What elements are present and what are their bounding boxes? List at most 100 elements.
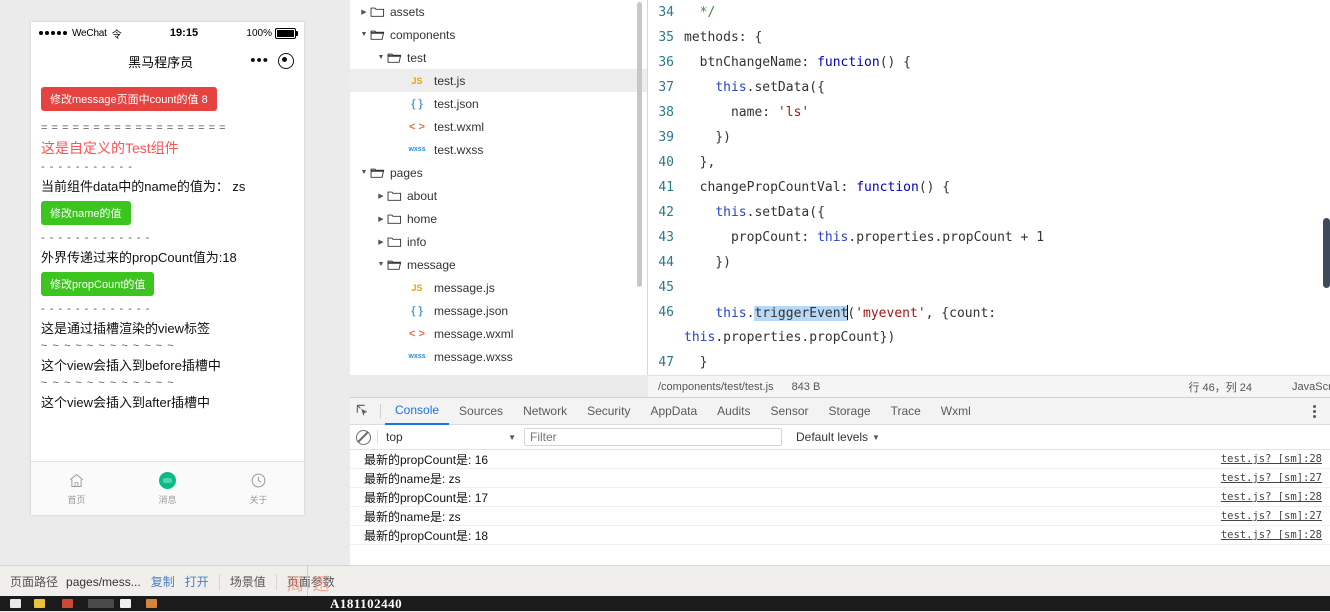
devtools-tab-wxml[interactable]: Wxml <box>931 399 981 424</box>
editor-language[interactable]: JavaScript <box>1292 381 1330 393</box>
chevron-down-icon[interactable] <box>375 261 387 268</box>
console-context-value: top <box>386 430 403 444</box>
devtools-tab-storage[interactable]: Storage <box>819 399 881 424</box>
console-log-source-link[interactable]: test.js? [sm]:28 <box>1221 491 1322 503</box>
editor-line[interactable]: 43 propCount: this.properties.propCount … <box>648 225 1330 250</box>
file-tree-row-message-js[interactable]: JS message.js <box>350 276 648 299</box>
tabbar-item-about[interactable]: 关于 <box>213 462 304 515</box>
inspect-element-icon[interactable] <box>350 404 376 418</box>
chevron-down-icon[interactable] <box>375 54 387 61</box>
chevron-right-icon[interactable] <box>375 215 387 223</box>
nav-capsule[interactable]: ••• <box>250 53 294 69</box>
page-params-segment[interactable]: 页面参数 <box>277 566 345 597</box>
line-number: 46 <box>658 305 674 320</box>
devtools-tab-sources[interactable]: Sources <box>449 399 513 424</box>
change-name-button[interactable]: 修改name的值 <box>41 201 131 225</box>
devtools-tab-sensor[interactable]: Sensor <box>761 399 819 424</box>
console-log-source-link[interactable]: test.js? [sm]:28 <box>1221 453 1322 465</box>
editor-line[interactable]: 45 <box>648 275 1330 300</box>
chevron-right-icon[interactable] <box>358 8 370 16</box>
editor-line[interactable]: 34 */ <box>648 0 1330 25</box>
file-tree-row-test-wxss[interactable]: wxss test.wxss <box>350 138 648 161</box>
file-tree-panel[interactable]: assets components test JS test.js { } test.jso… <box>350 0 648 375</box>
editor-line[interactable]: 37 this.setData({ <box>648 75 1330 100</box>
file-tree-row-test[interactable]: test <box>350 46 648 69</box>
file-tree-row-test-wxml[interactable]: < > test.wxml <box>350 115 648 138</box>
devtools-tab-bar: Console Sources Network Security AppData Audi… <box>350 398 1330 425</box>
clear-console-icon[interactable] <box>356 429 371 445</box>
console-log-source-link[interactable]: test.js? [sm]:27 <box>1221 472 1322 484</box>
file-tree-scrollbar[interactable] <box>637 2 642 287</box>
carrier-signal: WeChat 令 <box>39 26 122 41</box>
os-taskbar[interactable] <box>0 596 1330 611</box>
devtools-tab-appdata[interactable]: AppData <box>640 399 707 424</box>
editor-line[interactable]: 41 changePropCountVal: function() { <box>648 175 1330 200</box>
devtools-tab-audits[interactable]: Audits <box>707 399 760 424</box>
file-tree-row-test-js[interactable]: JS test.js <box>350 69 648 92</box>
editor-line[interactable]: 42 this.setData({ <box>648 200 1330 225</box>
chevron-right-icon[interactable] <box>375 192 387 200</box>
file-tree-row-message-wxml[interactable]: < > message.wxml <box>350 322 648 345</box>
code-editor[interactable]: 34 */ 35 methods: {36 btnChangeName: funct… <box>648 0 1330 375</box>
editor-line[interactable]: 36 btnChangeName: function() { <box>648 50 1330 75</box>
editor-line[interactable]: 39 }) <box>648 125 1330 150</box>
console-context-select[interactable]: top ▼ <box>377 430 516 444</box>
taskbar-icon[interactable] <box>88 599 114 608</box>
file-tree-row-pages[interactable]: pages <box>350 161 648 184</box>
open-button[interactable]: 打开 <box>185 573 209 590</box>
file-tree-row-message-json[interactable]: { } message.json <box>350 299 648 322</box>
editor-line[interactable]: 44 }) <box>648 250 1330 275</box>
file-tree-label: about <box>407 188 438 203</box>
scene-value-segment[interactable]: 场景值 <box>220 566 276 597</box>
editor-line[interactable]: 46 this.triggerEvent('myevent', {count: <box>648 300 1330 325</box>
tabbar-item-home[interactable]: 首页 <box>31 462 122 515</box>
file-tree-row-test[interactable]: test <box>350 368 648 376</box>
editor-vertical-scrollbar[interactable] <box>1323 218 1330 288</box>
editor-line[interactable]: 35 methods: { <box>648 25 1330 50</box>
file-tree-row-message[interactable]: message <box>350 253 648 276</box>
file-tree-row-home[interactable]: home <box>350 207 648 230</box>
editor-line[interactable]: 40 }, <box>648 150 1330 175</box>
editor-line-code: }, <box>684 155 716 170</box>
chevron-down-icon[interactable] <box>358 169 370 176</box>
taskbar-icon[interactable] <box>34 599 45 608</box>
console-log-row: 最新的name是: zs test.js? [sm]:27 <box>350 507 1330 526</box>
change-propcount-button[interactable]: 修改propCount的值 <box>41 272 155 296</box>
target-icon[interactable] <box>278 53 294 69</box>
editor-line[interactable]: 47 } <box>648 350 1330 375</box>
console-log-source-link[interactable]: test.js? [sm]:27 <box>1221 510 1322 522</box>
change-message-count-button[interactable]: 修改message页面中count的值 8 <box>41 87 217 111</box>
taskbar-icon[interactable] <box>146 599 157 608</box>
editor-line-code: } <box>684 355 708 370</box>
devtools-tab-security[interactable]: Security <box>577 399 640 424</box>
file-tree-row-assets[interactable]: assets <box>350 0 648 23</box>
phone-page-content: 修改message页面中count的值 8 = = = = = = = = = … <box>31 78 304 462</box>
file-tree-row-info[interactable]: info <box>350 230 648 253</box>
file-tree-row-components[interactable]: components <box>350 23 648 46</box>
console-levels-select[interactable]: Default levels ▼ <box>796 430 880 444</box>
page-path-value: pages/mess... <box>66 574 141 589</box>
editor-line-wrapped[interactable]: this.properties.propCount}) <box>648 325 1330 350</box>
console-log-source-link[interactable]: test.js? [sm]:28 <box>1221 529 1322 541</box>
tabbar-item-message[interactable]: 消息 <box>122 462 213 515</box>
file-tree-row-message-wxss[interactable]: wxss message.wxss <box>350 345 648 368</box>
devtools-tab-console[interactable]: Console <box>385 398 450 425</box>
taskbar-icon[interactable] <box>120 599 131 608</box>
more-icon[interactable]: ••• <box>250 53 269 68</box>
chevron-down-icon[interactable] <box>358 31 370 38</box>
taskbar-icon[interactable] <box>62 599 73 608</box>
console-filter-input[interactable] <box>524 428 782 446</box>
editor-line-code: }) <box>684 255 731 270</box>
file-tree-row-about[interactable]: about <box>350 184 648 207</box>
kebab-menu-icon[interactable] <box>1304 404 1324 418</box>
copy-button[interactable]: 复制 <box>151 573 175 590</box>
devtools-tab-network[interactable]: Network <box>513 399 577 424</box>
folder-closed-icon <box>370 6 385 18</box>
editor-line[interactable]: 38 name: 'ls' <box>648 100 1330 125</box>
file-tree-row-test-json[interactable]: { } test.json <box>350 92 648 115</box>
taskbar-icon[interactable] <box>10 599 21 608</box>
scene-value-label: 场景值 <box>229 575 266 589</box>
chevron-right-icon[interactable] <box>375 238 387 246</box>
line-number: 42 <box>658 205 674 220</box>
devtools-tab-trace[interactable]: Trace <box>881 399 931 424</box>
